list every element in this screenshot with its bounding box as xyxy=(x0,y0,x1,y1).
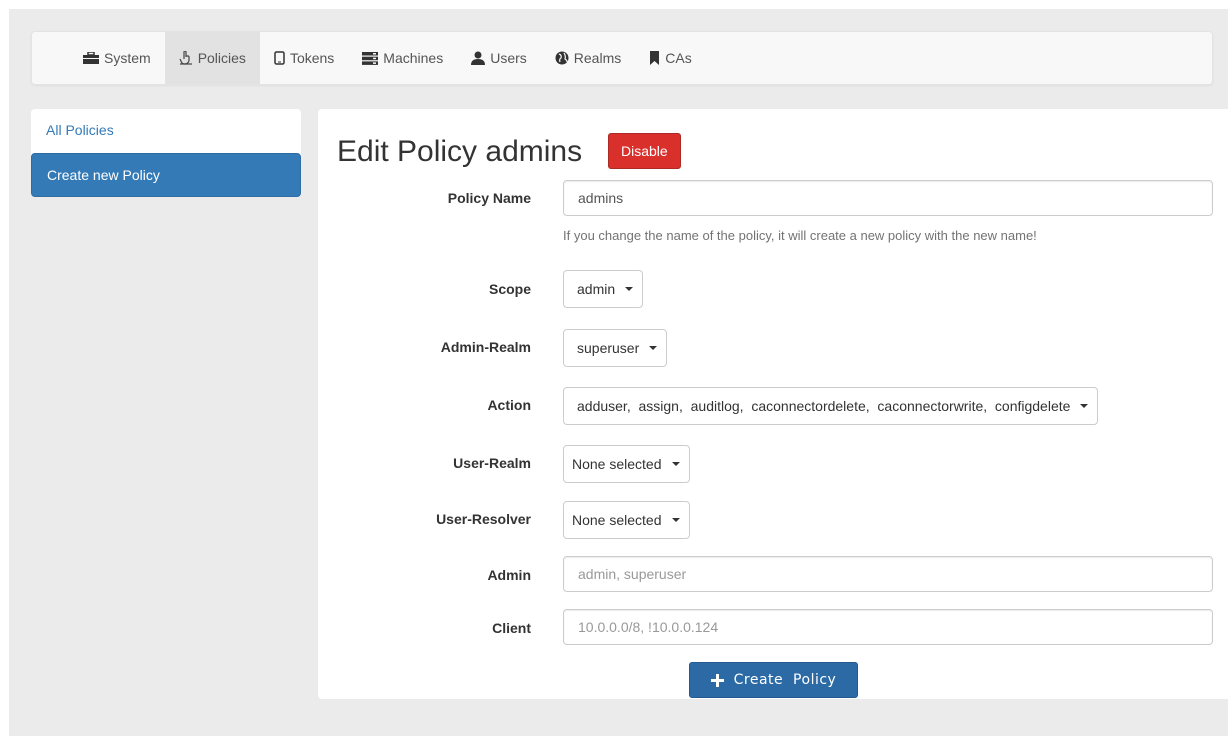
client-label: Client xyxy=(492,620,531,636)
caret-down-icon xyxy=(1080,404,1089,408)
user-resolver-value: None selected xyxy=(572,512,662,528)
policy-name-input[interactable]: admins xyxy=(563,180,1213,216)
server-icon xyxy=(362,51,379,65)
action-value: adduser, assign, auditlog, caconnectorde… xyxy=(577,398,1071,414)
admin-realm-value: superuser xyxy=(577,340,640,356)
nav-label: System xyxy=(104,50,151,66)
scope-label: Scope xyxy=(488,281,531,297)
nav-policies[interactable]: Policies xyxy=(164,32,260,84)
client-input[interactable]: 10.0.0.0/8, !10.0.0.124 xyxy=(563,609,1213,645)
phone-icon xyxy=(274,51,285,65)
globe-icon xyxy=(555,51,569,65)
scope-select[interactable]: admin xyxy=(563,270,644,308)
user-realm-label: User-Realm xyxy=(453,455,531,471)
briefcase-icon xyxy=(83,52,99,64)
disable-button[interactable]: Disable xyxy=(608,133,681,169)
user-icon xyxy=(471,51,486,65)
page-title: Edit Policy admins xyxy=(337,135,583,168)
admin-input[interactable]: admin, superuser xyxy=(563,556,1213,592)
top-navbar: System Policies Tokens Machines Users Re… xyxy=(31,31,1213,85)
scope-value: admin xyxy=(577,281,616,297)
admin-label: Admin xyxy=(487,567,531,583)
policy-name-help: If you change the name of the policy, it… xyxy=(563,228,1037,243)
nav-tokens[interactable]: Tokens xyxy=(260,32,348,84)
create-policy-label: Create Policy xyxy=(733,672,837,688)
nav-cas[interactable]: CAs xyxy=(635,32,705,84)
nav-label: Policies xyxy=(197,50,246,66)
nav-label: Machines xyxy=(383,50,444,66)
caret-down-icon xyxy=(649,346,658,350)
plus-icon xyxy=(710,673,724,687)
nav-machines[interactable]: Machines xyxy=(348,32,457,84)
nav-realms[interactable]: Realms xyxy=(541,32,635,84)
user-realm-select[interactable]: None selected xyxy=(563,445,690,483)
edit-policy-panel: Edit Policy admins Disable Policy Name a… xyxy=(318,109,1228,699)
sidebar-item-all-policies[interactable]: All Policies xyxy=(31,109,301,153)
policy-sidebar: All Policies Create new Policy xyxy=(31,109,301,197)
action-label: Action xyxy=(487,397,531,413)
user-resolver-select[interactable]: None selected xyxy=(563,501,690,539)
nav-label: Users xyxy=(490,50,527,66)
create-policy-button[interactable]: Create Policy xyxy=(689,662,858,698)
bookmark-icon xyxy=(650,51,660,65)
caret-down-icon xyxy=(671,462,680,466)
nav-system[interactable]: System xyxy=(69,32,165,84)
sidebar-item-create-policy[interactable]: Create new Policy xyxy=(31,153,301,197)
nav-label: CAs xyxy=(665,50,692,66)
action-select[interactable]: adduser, assign, auditlog, caconnectorde… xyxy=(563,387,1099,425)
caret-down-icon xyxy=(625,287,634,291)
admin-realm-select[interactable]: superuser xyxy=(563,329,668,367)
nav-users[interactable]: Users xyxy=(457,32,541,84)
admin-realm-label: Admin-Realm xyxy=(440,339,531,355)
nav-label: Tokens xyxy=(289,50,335,66)
hand-pointer-icon xyxy=(179,51,192,65)
nav-label: Realms xyxy=(573,50,622,66)
caret-down-icon xyxy=(671,518,680,522)
policy-name-label: Policy Name xyxy=(447,190,531,206)
user-realm-value: None selected xyxy=(572,456,662,472)
user-resolver-label: User-Resolver xyxy=(436,511,531,527)
